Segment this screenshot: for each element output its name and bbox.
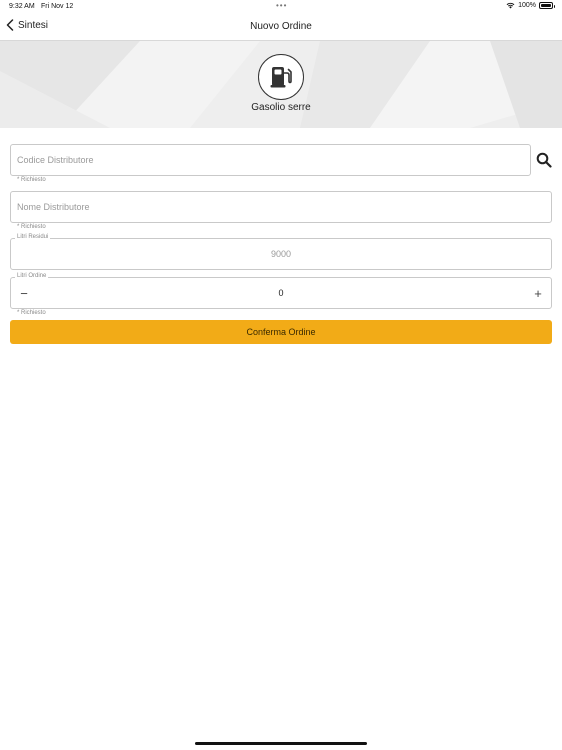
codice-required-hint: * Richiesto bbox=[17, 177, 46, 183]
search-icon[interactable] bbox=[536, 152, 552, 168]
litri-residui-field: Litri Residui 9000 bbox=[10, 234, 552, 270]
status-date: Fri Nov 12 bbox=[41, 3, 74, 10]
increment-button[interactable]: + bbox=[529, 284, 547, 302]
product-icon-circle bbox=[258, 54, 304, 100]
product-banner: Gasolio serre bbox=[0, 41, 562, 128]
nome-distributore-field[interactable] bbox=[10, 191, 552, 223]
litri-ordine-required-hint: * Richiesto bbox=[17, 310, 46, 316]
litri-residui-label: Litri Residui bbox=[15, 234, 51, 240]
wifi-icon bbox=[506, 2, 515, 9]
battery-icon bbox=[539, 2, 555, 9]
nome-required-hint: * Richiesto bbox=[17, 224, 46, 230]
litri-ordine-stepper: Litri Ordine − 0 + bbox=[10, 273, 552, 309]
litri-residui-value: 9000 bbox=[270, 249, 292, 259]
home-indicator[interactable] bbox=[195, 742, 367, 745]
page-title: Nuovo Ordine bbox=[250, 21, 312, 32]
codice-distributore-field[interactable] bbox=[10, 144, 531, 176]
status-time: 9:32 AM bbox=[9, 3, 35, 10]
litri-ordine-label: Litri Ordine bbox=[15, 273, 49, 279]
nome-distributore-input[interactable] bbox=[11, 192, 551, 222]
status-indicators: 100% bbox=[506, 2, 555, 9]
litri-ordine-value[interactable]: 0 bbox=[11, 288, 551, 298]
product-name: Gasolio serre bbox=[251, 102, 311, 113]
multitasking-dots[interactable]: ••• bbox=[276, 1, 287, 10]
status-bar: 9:32 AM Fri Nov 12 ••• 100% bbox=[0, 0, 562, 14]
conferma-ordine-button[interactable]: Conferma Ordine bbox=[10, 320, 552, 344]
navigation-bar: Sintesi Nuovo Ordine bbox=[0, 14, 562, 41]
fuel-pump-icon bbox=[270, 67, 292, 88]
codice-distributore-input[interactable] bbox=[11, 145, 530, 175]
battery-percentage: 100% bbox=[518, 2, 536, 9]
